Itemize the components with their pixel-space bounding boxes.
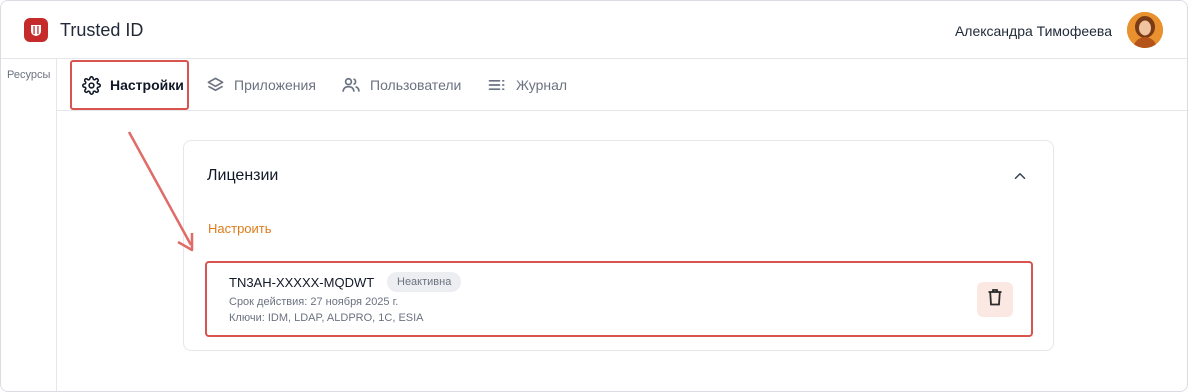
- trusted-id-logo-icon[interactable]: [24, 18, 48, 42]
- status-badge: Неактивна: [387, 272, 462, 292]
- tab-journal[interactable]: Журнал: [487, 59, 567, 111]
- chevron-up-icon[interactable]: [1011, 167, 1029, 185]
- tab-bar: Настройки Приложения Пользователи Журнал: [57, 59, 1187, 111]
- user-avatar[interactable]: [1127, 12, 1163, 48]
- delete-license-button[interactable]: [977, 282, 1013, 317]
- license-key: TN3AH-XXXXX-MQDWT: [229, 275, 375, 290]
- license-item: TN3AH-XXXXX-MQDWT Неактивна Срок действи…: [205, 261, 1033, 337]
- licenses-title: Лицензии: [207, 167, 279, 184]
- list-icon: [487, 75, 507, 95]
- app-title: Trusted ID: [60, 20, 144, 40]
- users-icon: [341, 75, 361, 95]
- top-header: Trusted ID Александра Тимофеева: [1, 1, 1187, 59]
- user-name[interactable]: Александра Тимофеева: [955, 23, 1112, 39]
- settings-tab-highlight: [70, 60, 189, 110]
- license-validity: Срок действия: 27 ноября 2025 г.: [229, 296, 399, 308]
- rail-label-resources[interactable]: Ресурсы: [7, 69, 50, 81]
- tab-journal-label: Журнал: [516, 77, 568, 93]
- configure-link[interactable]: Настроить: [208, 221, 272, 236]
- layers-icon: [205, 75, 225, 95]
- trash-icon: [987, 288, 1003, 311]
- left-rail: Ресурсы: [1, 59, 57, 391]
- app-window: Trusted ID Александра Тимофеева Ресурсы …: [0, 0, 1188, 392]
- tab-users-label: Пользователи: [370, 77, 462, 93]
- tab-applications[interactable]: Приложения: [205, 59, 316, 111]
- tab-users[interactable]: Пользователи: [341, 59, 461, 111]
- license-keys: Ключи: IDM, LDAP, ALDPRO, 1C, ESIA: [229, 312, 424, 324]
- tab-applications-label: Приложения: [234, 77, 316, 93]
